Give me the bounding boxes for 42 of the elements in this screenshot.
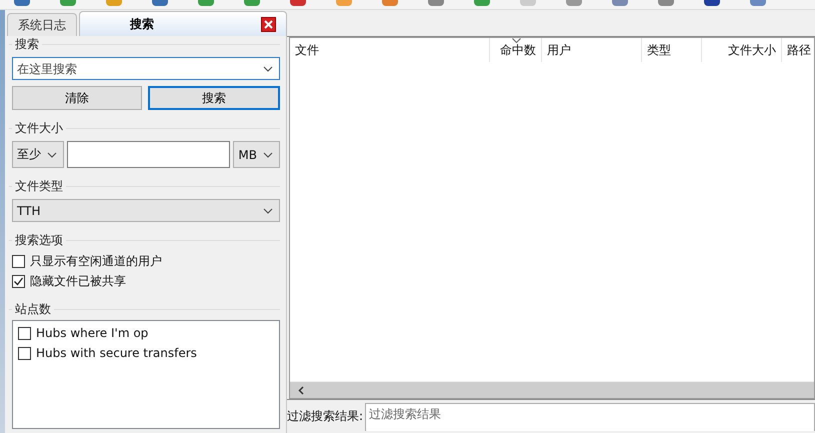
sort-caret-icon xyxy=(512,38,521,43)
size-mode-dropdown[interactable]: 至少 xyxy=(12,141,64,168)
column-header[interactable]: 命中数 xyxy=(490,38,542,62)
action-button[interactable]: 清除 xyxy=(12,86,142,110)
filter-input-field[interactable]: 过滤搜索结果 xyxy=(365,403,815,431)
column-header[interactable]: 文件 xyxy=(290,38,490,62)
filter-label: 过滤搜索结果: xyxy=(287,408,364,425)
checkbox[interactable] xyxy=(12,274,25,288)
chevron-down-icon xyxy=(47,152,57,158)
group-label: 搜索 xyxy=(14,36,40,53)
tab[interactable]: 系统日志 xyxy=(7,13,77,36)
group-label: 文件类型 xyxy=(14,178,64,195)
checkbox-label: Hubs where I'm op xyxy=(36,326,148,340)
toolbar-icon[interactable] xyxy=(152,0,168,6)
chevron-down-icon[interactable] xyxy=(263,66,273,72)
action-button[interactable]: 搜索 xyxy=(148,86,280,110)
column-header[interactable]: 用户 xyxy=(542,38,642,62)
size-unit-dropdown[interactable]: MB xyxy=(233,141,280,168)
checkbox-label: 隐藏文件已被共享 xyxy=(30,272,126,290)
horizontal-scrollbar[interactable] xyxy=(290,381,814,398)
chevron-down-icon xyxy=(263,152,273,158)
toolbar-icon[interactable] xyxy=(704,0,720,6)
close-icon[interactable] xyxy=(261,16,276,32)
column-header[interactable]: 类型 xyxy=(642,38,702,62)
toolbar-icon[interactable] xyxy=(14,0,30,6)
size-input-field[interactable] xyxy=(67,141,230,168)
group-label: 文件大小 xyxy=(14,120,64,137)
tab[interactable]: 搜索 xyxy=(79,11,287,36)
column-header[interactable]: 文件大小 xyxy=(702,38,782,62)
column-header[interactable]: 路径 xyxy=(782,38,815,62)
group-label: 搜索选项 xyxy=(14,232,64,249)
group-label: 站点数 xyxy=(14,301,52,318)
search-combo-field[interactable]: 在这里搜索 xyxy=(12,57,280,80)
toolbar-icon[interactable] xyxy=(290,0,306,6)
checkbox[interactable] xyxy=(18,346,31,360)
scroll-left-icon[interactable] xyxy=(298,386,304,394)
file-type-dropdown[interactable]: TTH xyxy=(12,199,280,222)
checkbox-label: 只显示有空闲通道的用户 xyxy=(30,252,162,270)
checkbox-label: Hubs with secure transfers xyxy=(36,346,197,360)
checkbox[interactable] xyxy=(18,326,31,340)
checkbox[interactable] xyxy=(12,254,25,268)
chevron-down-icon xyxy=(263,208,273,214)
